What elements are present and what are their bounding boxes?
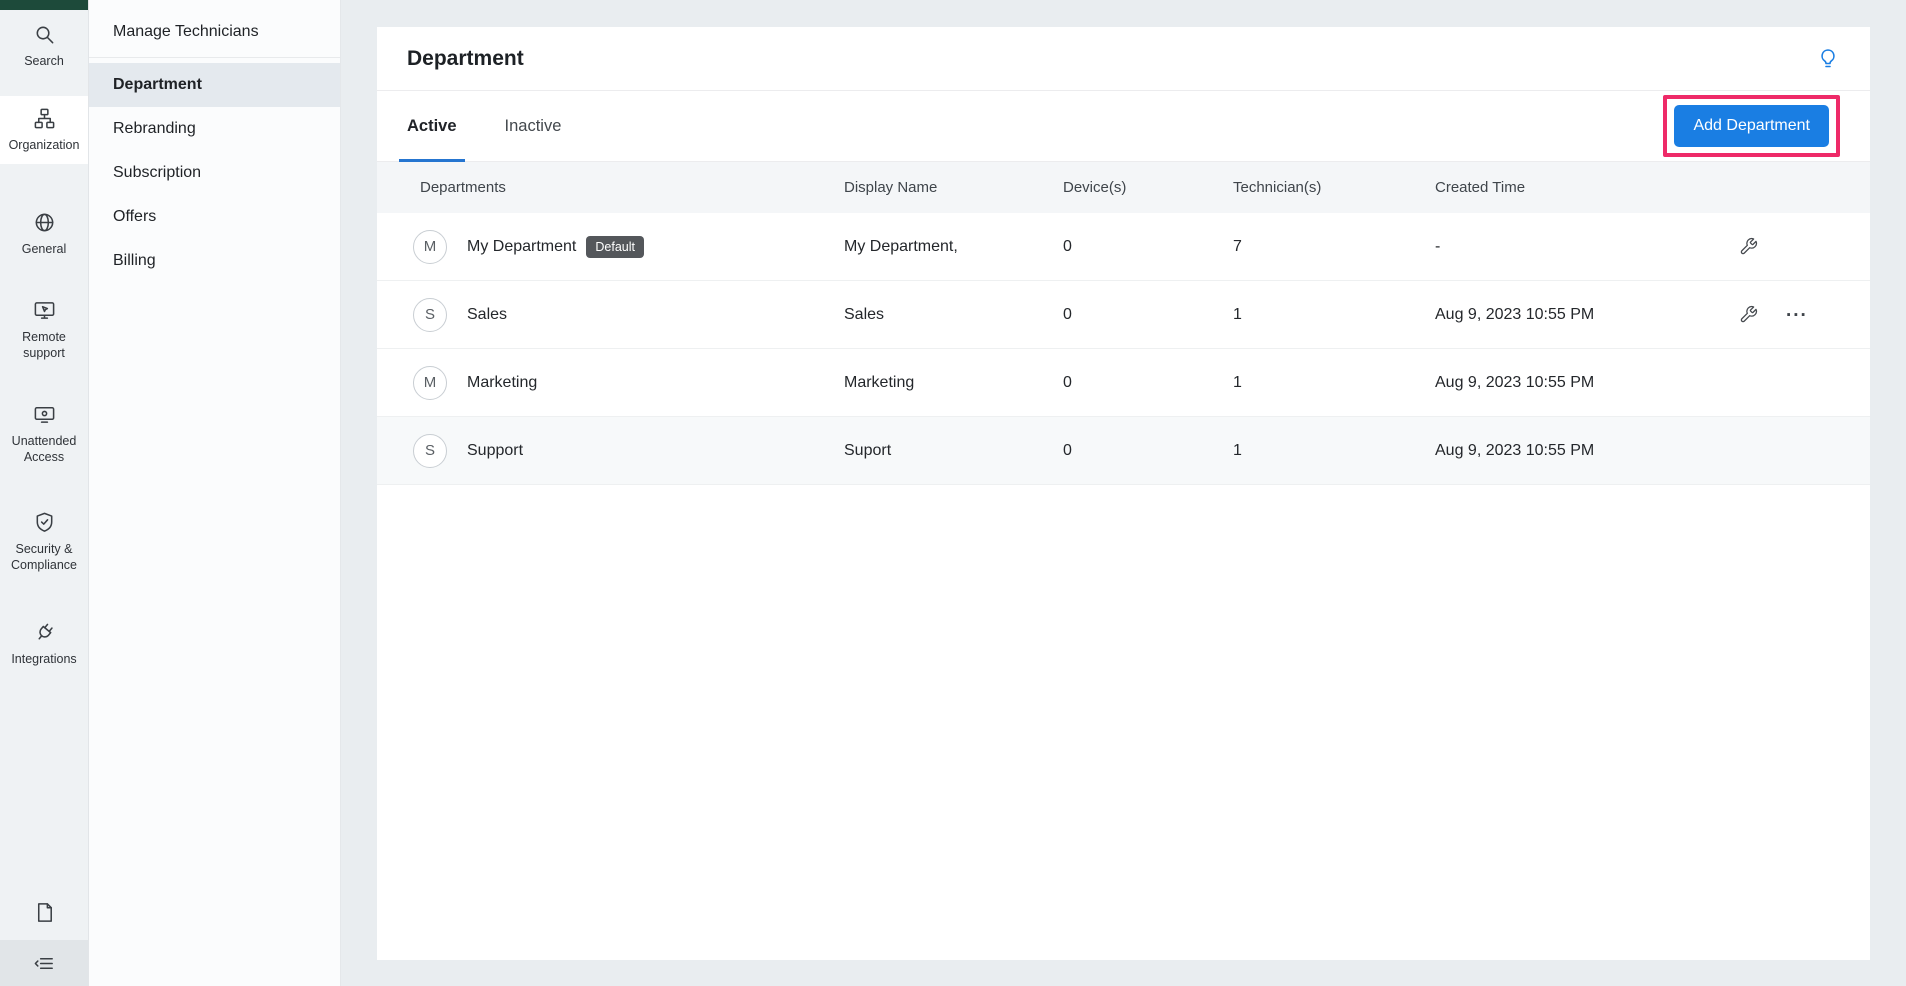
sidebar-item-department[interactable]: Department [89, 63, 340, 107]
table-row[interactable]: M My Department Default My Department, 0… [377, 213, 1870, 281]
rail-item-label: Organization [2, 137, 86, 153]
rail-item-unattended-access[interactable]: Unattended Access [0, 392, 88, 477]
sidebar-item-rebranding[interactable]: Rebranding [89, 107, 340, 151]
department-name: Support [467, 442, 523, 460]
table-row[interactable]: S Sales Sales 0 1 Aug 9, 2023 10:55 PM .… [377, 281, 1870, 349]
devices-cell: 0 [1063, 306, 1233, 324]
rail-item-label: Search [2, 53, 86, 69]
avatar: M [413, 366, 447, 400]
sidebar-item-manage-technicians[interactable]: Manage Technicians [89, 10, 340, 54]
avatar: S [413, 298, 447, 332]
more-actions-button[interactable]: ... [1786, 300, 1808, 322]
display-name-cell: Marketing [844, 374, 1063, 392]
wrench-icon[interactable] [1739, 305, 1758, 324]
table-header-technicians: Technician(s) [1233, 179, 1435, 196]
default-badge: Default [586, 236, 644, 258]
document-icon-glyph [33, 901, 56, 924]
department-cell: M My Department Default [377, 230, 844, 264]
rail-item-label: General [2, 241, 86, 257]
technicians-cell: 7 [1233, 238, 1435, 256]
department-name: My Department [467, 238, 576, 256]
table-row[interactable]: S Support Suport 0 1 Aug 9, 2023 10:55 P… [377, 417, 1870, 485]
department-cell: S Support [377, 434, 844, 468]
settings-sidebar: Manage Technicians Department Rebranding… [89, 0, 341, 986]
table-header-created-time: Created Time [1435, 179, 1739, 196]
collapse-sidebar-icon [33, 952, 56, 975]
rail-item-security-compliance[interactable]: Security & Compliance [0, 500, 88, 585]
table-header-departments: Departments [377, 179, 844, 196]
created-time-cell: - [1435, 238, 1739, 256]
devices-cell: 0 [1063, 442, 1233, 460]
unattended-access-icon [33, 403, 56, 426]
technicians-cell: 1 [1233, 374, 1435, 392]
rail-item-search[interactable]: Search [0, 12, 88, 80]
integrations-icon [33, 621, 56, 644]
wrench-icon[interactable] [1739, 237, 1758, 256]
shield-icon [33, 511, 56, 534]
tab-inactive[interactable]: Inactive [505, 91, 562, 161]
display-name-cell: Sales [844, 306, 1063, 324]
add-department-button[interactable]: Add Department [1674, 105, 1829, 147]
remote-support-icon [33, 299, 56, 322]
rail-item-organization[interactable]: Organization [0, 96, 88, 164]
rail-item-integrations[interactable]: Integrations [0, 610, 88, 678]
actions-cell [1739, 237, 1870, 256]
created-time-cell: Aug 9, 2023 10:55 PM [1435, 374, 1739, 392]
organization-icon [33, 107, 56, 130]
sidebar-item-subscription[interactable]: Subscription [89, 151, 340, 195]
avatar: M [413, 230, 447, 264]
sidebar-divider [89, 57, 340, 58]
rail-item-general[interactable]: General [0, 200, 88, 268]
table-row[interactable]: M Marketing Marketing 0 1 Aug 9, 2023 10… [377, 349, 1870, 417]
devices-cell: 0 [1063, 374, 1233, 392]
technicians-cell: 1 [1233, 306, 1435, 324]
created-time-cell: Aug 9, 2023 10:55 PM [1435, 306, 1739, 324]
icon-rail: Search Organization General Remote suppo… [0, 0, 89, 986]
tab-active[interactable]: Active [407, 91, 457, 161]
page-title: Department [407, 47, 524, 71]
table-header-devices: Device(s) [1063, 179, 1233, 196]
rail-top-strip [0, 0, 88, 10]
actions-cell: ... [1739, 304, 1870, 326]
technicians-cell: 1 [1233, 442, 1435, 460]
devices-cell: 0 [1063, 238, 1233, 256]
rail-item-label: Unattended Access [2, 433, 86, 466]
table-header-display-name: Display Name [844, 179, 1063, 196]
lightbulb-icon[interactable] [1816, 47, 1840, 71]
panel-header: Department [377, 27, 1870, 91]
department-name: Sales [467, 306, 507, 324]
department-panel: Department Active Inactive Add Departmen… [377, 27, 1870, 960]
tabs-row: Active Inactive Add Department [377, 91, 1870, 162]
rail-item-label: Security & Compliance [2, 541, 86, 574]
department-name: Marketing [467, 374, 537, 392]
table-header-row: Departments Display Name Device(s) Techn… [377, 162, 1870, 213]
annotation-highlight: Add Department [1663, 95, 1840, 157]
department-cell: S Sales [377, 298, 844, 332]
display-name-cell: Suport [844, 442, 1063, 460]
search-icon [33, 23, 56, 46]
avatar: S [413, 434, 447, 468]
rail-item-label: Integrations [2, 651, 86, 667]
created-time-cell: Aug 9, 2023 10:55 PM [1435, 442, 1739, 460]
document-icon[interactable] [0, 901, 88, 924]
rail-item-label: Remote support [2, 329, 86, 362]
sidebar-item-billing[interactable]: Billing [89, 239, 340, 283]
collapse-sidebar-button[interactable] [0, 940, 88, 986]
sidebar-item-offers[interactable]: Offers [89, 195, 340, 239]
rail-item-remote-support[interactable]: Remote support [0, 288, 88, 373]
department-cell: M Marketing [377, 366, 844, 400]
globe-icon [33, 211, 56, 234]
display-name-cell: My Department, [844, 238, 1063, 256]
